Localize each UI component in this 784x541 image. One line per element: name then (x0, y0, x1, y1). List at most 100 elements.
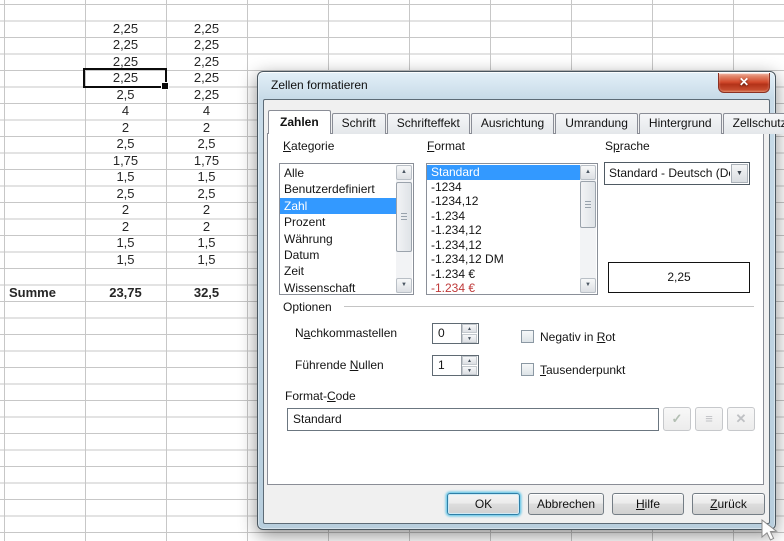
sheet-cell[interactable]: 2,25 (166, 21, 247, 37)
category-listbox[interactable]: AlleBenutzerdefiniertZahlProzentWährungD… (279, 163, 414, 295)
sheet-cell[interactable] (9, 153, 83, 169)
sheet-cell[interactable]: 2,25 (166, 37, 247, 53)
sheet-cell[interactable] (9, 169, 83, 185)
scroll-down-icon[interactable]: ▼ (580, 278, 596, 293)
format-scrollbar[interactable]: ▲ ▼ (580, 165, 596, 293)
list-item[interactable]: Benutzerdefiniert (280, 181, 396, 197)
sheet-cell[interactable] (9, 87, 83, 103)
delete-format-button[interactable]: ✕ (727, 407, 755, 431)
list-item[interactable]: -1234 (427, 180, 580, 195)
spin-up-icon[interactable]: ▲ (462, 356, 477, 365)
tab-zellschutz[interactable]: Zellschutz (723, 113, 784, 134)
edit-comment-button[interactable]: ≡ (695, 407, 723, 431)
help-button[interactable]: Hilfe (612, 493, 684, 515)
spin-down-icon[interactable]: ▼ (462, 366, 477, 375)
sheet-cell[interactable]: 2,5 (166, 186, 247, 202)
sheet-cell[interactable] (9, 103, 83, 119)
dialog-title[interactable]: Zellen formatieren (271, 78, 368, 92)
sheet-cell[interactable] (9, 301, 83, 317)
sheet-cell[interactable]: 2,25 (166, 87, 247, 103)
sheet-cell[interactable] (9, 54, 83, 70)
sheet-cell[interactable] (9, 235, 83, 251)
leading-zeroes-stepper[interactable]: 1 ▲ ▼ (432, 355, 479, 376)
sheet-cell[interactable]: 2,5 (85, 136, 166, 152)
format-code-input[interactable]: Standard (287, 408, 659, 431)
spin-down-icon[interactable]: ▼ (462, 334, 477, 343)
tab-schrifteffekt[interactable]: Schrifteffekt (387, 113, 470, 134)
sheet-cell[interactable] (9, 252, 83, 268)
sheet-cell[interactable]: 1,5 (166, 252, 247, 268)
category-scrollbar[interactable]: ▲ ▼ (396, 165, 412, 293)
format-listbox[interactable]: Standard-1234-1234,12-1.234-1.234,12-1.2… (426, 163, 598, 295)
tab-hintergrund[interactable]: Hintergrund (639, 113, 722, 134)
list-item[interactable]: Prozent (280, 214, 396, 230)
negative-red-checkbox[interactable] (521, 330, 534, 343)
sheet-cell[interactable]: 2 (85, 202, 166, 218)
sheet-cell[interactable] (9, 186, 83, 202)
fill-handle[interactable] (161, 82, 169, 90)
sheet-cell[interactable]: 2 (166, 202, 247, 218)
cancel-button[interactable]: Abbrechen (528, 493, 604, 515)
sheet-cell[interactable]: 1,75 (166, 153, 247, 169)
sheet-cell[interactable]: 2,25 (85, 37, 166, 53)
sheet-cell[interactable] (9, 4, 83, 20)
list-item[interactable]: -1.234 (427, 209, 580, 224)
sheet-cell[interactable]: 2,5 (166, 136, 247, 152)
list-item[interactable]: Wissenschaft (280, 280, 396, 295)
ok-button[interactable]: OK (447, 493, 520, 515)
list-item[interactable]: Datum (280, 247, 396, 263)
sheet-cell[interactable]: 1,5 (85, 169, 166, 185)
sheet-cell[interactable] (9, 202, 83, 218)
list-item[interactable]: -1.234,12 (427, 238, 580, 253)
sheet-cell[interactable]: 1,5 (166, 169, 247, 185)
list-item[interactable]: -1.234 € (427, 267, 580, 282)
thousands-separator-checkbox[interactable] (521, 363, 534, 376)
sheet-cell[interactable]: 2 (166, 120, 247, 136)
list-item[interactable]: Zeit (280, 263, 396, 279)
scroll-up-icon[interactable]: ▲ (580, 165, 596, 180)
list-item[interactable]: Zahl (280, 198, 396, 214)
list-item[interactable]: -1.234 € (427, 281, 580, 295)
sheet-cell[interactable] (85, 268, 166, 284)
sheet-cell[interactable] (9, 70, 83, 86)
tab-ausrichtung[interactable]: Ausrichtung (471, 113, 554, 134)
sheet-cell[interactable]: 1,5 (85, 252, 166, 268)
negative-red-label[interactable]: Negativ in Rot (540, 330, 615, 344)
scroll-up-icon[interactable]: ▲ (396, 165, 412, 180)
sheet-cell[interactable]: 4 (166, 103, 247, 119)
sheet-cell[interactable]: 2,25 (166, 70, 247, 86)
list-item[interactable]: -1234,12 (427, 194, 580, 209)
sheet-cell[interactable]: 4 (85, 103, 166, 119)
scroll-down-icon[interactable]: ▼ (396, 278, 412, 293)
sheet-cell[interactable] (9, 37, 83, 53)
sheet-cell[interactable] (166, 268, 247, 284)
sheet-cell[interactable]: 2,25 (166, 54, 247, 70)
spin-up-icon[interactable]: ▲ (462, 324, 477, 333)
apply-format-button[interactable]: ✓ (663, 407, 691, 431)
sheet-cell[interactable]: 1,75 (85, 153, 166, 169)
sheet-cell[interactable]: 2,5 (85, 87, 166, 103)
close-button[interactable]: ✕ (718, 73, 770, 93)
sheet-cell[interactable]: 2,5 (85, 186, 166, 202)
chevron-down-icon[interactable]: ▼ (731, 164, 748, 183)
sheet-cell[interactable] (9, 120, 83, 136)
sheet-cell[interactable]: 2,25 (85, 21, 166, 37)
sheet-cell[interactable]: 2 (85, 120, 166, 136)
tab-zahlen[interactable]: Zahlen (268, 110, 331, 134)
list-item[interactable]: -1.234,12 DM (427, 252, 580, 267)
thousands-separator-label[interactable]: Tausenderpunkt (540, 363, 625, 377)
list-item[interactable]: -1.234,12 (427, 223, 580, 238)
sheet-cell[interactable] (85, 301, 166, 317)
sheet-cell[interactable]: 2 (166, 219, 247, 235)
sheet-cell[interactable] (166, 4, 247, 20)
tab-umrandung[interactable]: Umrandung (555, 113, 638, 134)
sheet-cell[interactable]: 1,5 (166, 235, 247, 251)
scrollbar-thumb[interactable] (580, 181, 596, 228)
list-item[interactable]: Standard (427, 165, 580, 180)
sheet-cell[interactable] (166, 301, 247, 317)
sheet-cell[interactable]: 32,5 (166, 285, 247, 301)
decimals-stepper[interactable]: 0 ▲ ▼ (432, 323, 479, 344)
list-item[interactable]: Alle (280, 165, 396, 181)
sheet-cell[interactable]: 2 (85, 219, 166, 235)
sheet-cell[interactable] (9, 21, 83, 37)
